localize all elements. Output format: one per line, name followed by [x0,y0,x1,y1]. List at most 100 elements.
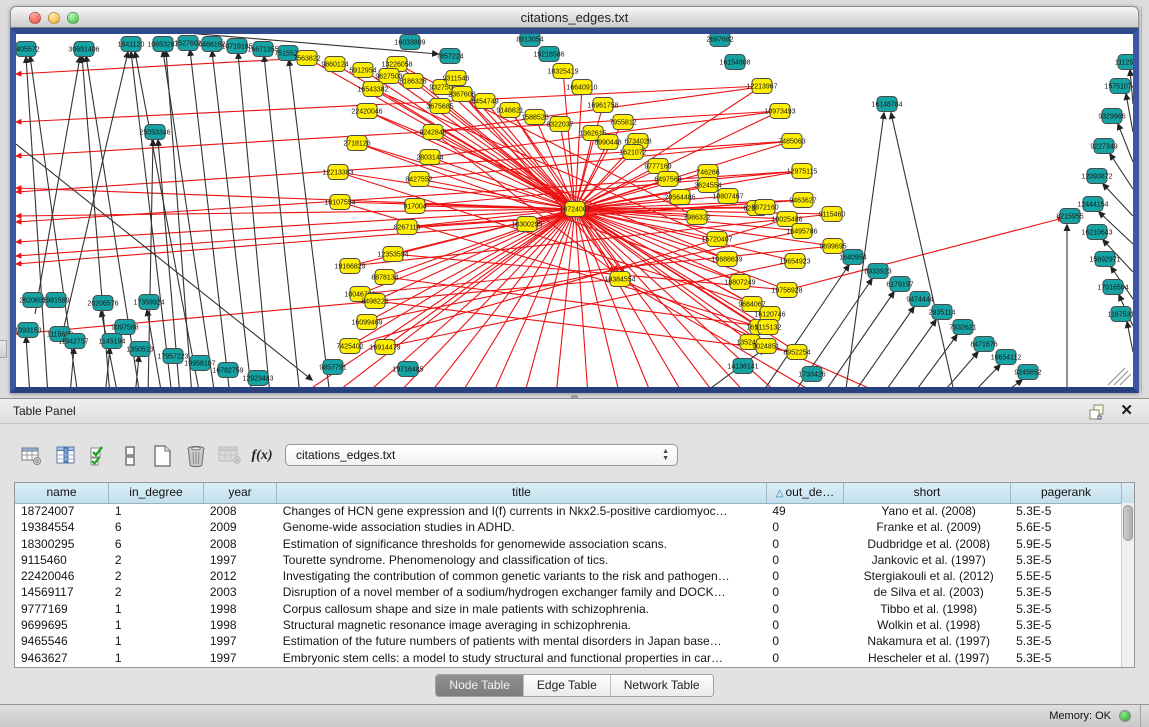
graph-edge[interactable] [852,307,914,387]
graph-edge[interactable] [1127,322,1133,352]
graph-edge[interactable] [26,337,30,387]
graph-node[interactable]: 12975115 [787,164,818,179]
graph-node[interactable]: 1588520 [521,110,548,125]
graph-node[interactable]: 16640910 [566,80,597,95]
graph-node[interactable]: 8878134 [371,270,398,285]
graph-node[interactable]: 3624554 [694,178,721,193]
new-file-button[interactable] [148,442,176,470]
table-row[interactable]: 977716911998Corpus callosum shape and si… [15,601,1121,617]
graph-node[interactable]: 8813054 [516,34,543,47]
graph-edge[interactable] [16,209,575,242]
graph-node[interactable]: 1112539 [1115,55,1133,70]
table-row[interactable]: 946362711997Embryonic stem cells: a mode… [15,650,1121,666]
graph-node[interactable]: 8322037 [546,117,573,132]
graph-node[interactable]: 20206576 [87,296,118,311]
graph-node[interactable]: 19166829 [334,259,365,274]
clear-selection-button[interactable] [116,442,144,470]
delete-table-button[interactable] [216,442,244,470]
graph-edge[interactable] [212,51,252,387]
graph-node[interactable]: 19654923 [779,254,810,269]
graph-node[interactable]: 8454749 [471,94,498,109]
graph-node[interactable]: 12093872 [1081,169,1112,184]
table-row[interactable]: 946554611997Estimation of the future num… [15,633,1121,649]
split-divider-handle[interactable] [0,340,7,358]
graph-node[interactable]: 8215955 [1056,209,1083,224]
graph-node[interactable]: 9474444 [906,292,933,307]
graph-node[interactable]: 2405572 [16,42,40,57]
column-header-title[interactable]: title [277,483,767,503]
float-window-icon[interactable] [1089,404,1105,420]
function-builder-button[interactable]: f(x) [248,442,276,470]
select-all-button[interactable] [86,442,114,470]
graph-node[interactable]: 30691406 [68,42,99,57]
graph-edge[interactable] [360,246,833,294]
table-row[interactable]: 1456911722003Disruption of a novel membe… [15,584,1121,600]
graph-node[interactable]: 16033809 [394,35,425,50]
graph-node[interactable]: 8990448 [594,135,621,150]
graph-node[interactable]: 1621072 [619,145,646,160]
graph-edge[interactable] [16,209,575,216]
graph-node[interactable]: 16099469 [351,315,382,330]
graph-edge[interactable] [16,86,762,122]
graph-node[interactable]: 7955812 [609,115,636,130]
graph-node[interactable]: 9227349 [1090,139,1117,154]
graph-node[interactable]: 1350513 [126,342,153,357]
graph-node[interactable]: 7932621 [949,320,976,335]
vertical-scrollbar[interactable] [1121,503,1134,667]
graph-node[interactable]: 9463627 [789,193,816,208]
memory-ok-led-icon[interactable] [1119,710,1131,722]
column-header-in_degree[interactable]: in_degree [109,483,204,503]
graph-node[interactable]: 16782759 [212,363,243,378]
graph-node[interactable]: 7857224 [436,49,463,64]
table-row[interactable]: 1830029562008Estimation of significance … [15,536,1121,552]
table-row[interactable]: 969969511998Structural magnetic resonanc… [15,617,1121,633]
graph-node[interactable]: 12213383 [322,165,353,180]
network-canvas[interactable]: 2405572306914061841120106532871527602646… [10,28,1139,393]
graph-node[interactable]: 16210643 [1081,225,1112,240]
graph-node[interactable]: 9857791 [319,360,346,375]
column-header-pagerank[interactable]: pagerank [1011,483,1122,503]
graph-node[interactable]: 5912954 [349,63,376,78]
graph-node[interactable]: 1733426 [798,367,825,382]
column-header-name[interactable]: name [15,483,109,503]
tab-network-table[interactable]: Network Table [610,675,713,696]
graph-edge[interactable] [882,320,936,387]
graph-node[interactable]: 1942757 [61,334,88,349]
graph-node[interactable]: 9024851 [752,339,779,354]
graph-node[interactable]: 1841120 [118,37,145,52]
graph-node[interactable]: 14136141 [727,359,758,374]
graph-edge[interactable] [238,53,270,387]
graph-node[interactable]: 6497568 [654,172,681,187]
graph-edge[interactable] [1118,124,1133,162]
graph-node[interactable]: 917004 [403,199,426,214]
graph-node[interactable]: 17016504 [1097,280,1128,295]
table-selector-dropdown[interactable]: citations_edges.txt ▲▼ [285,444,678,466]
graph-node[interactable]: 2935114 [929,305,956,320]
graph-edge[interactable] [375,301,797,352]
graph-node[interactable]: 9242848 [419,125,446,140]
graph-node[interactable]: 16914479 [369,340,400,355]
graph-node[interactable]: 7563822 [293,51,320,66]
graph-node[interactable]: 1981589 [42,293,69,308]
graph-node[interactable]: 3675685 [426,99,453,114]
network-graph[interactable]: 2405572306914061841120106532871527602646… [16,34,1133,387]
graph-node[interactable]: 19218586 [533,47,564,62]
graph-edge[interactable] [1110,154,1133,189]
graph-node[interactable]: 9245652 [1014,365,1041,380]
close-icon[interactable]: ✕ [1120,402,1133,420]
graph-node[interactable]: 15751074 [1104,79,1133,94]
graph-edge[interactable] [135,52,200,387]
graph-node[interactable]: 9115460 [819,207,846,222]
graph-node[interactable]: 10654112 [991,350,1022,365]
graph-edge[interactable] [1000,380,1022,387]
tab-edge-table[interactable]: Edge Table [523,675,610,696]
graph-node[interactable]: 2803144 [416,150,443,165]
graph-node[interactable]: 19756928 [771,283,802,298]
graph-node[interactable]: 2718126 [343,136,370,151]
graph-node[interactable]: 7425402 [336,339,363,354]
graph-node[interactable]: 8872160 [751,200,778,215]
graph-node[interactable]: 9329966 [1098,109,1125,124]
graph-node[interactable]: 12353594 [377,247,408,262]
graph-node[interactable]: 7986322 [683,210,710,225]
graph-node[interactable]: 8498222 [361,294,388,309]
